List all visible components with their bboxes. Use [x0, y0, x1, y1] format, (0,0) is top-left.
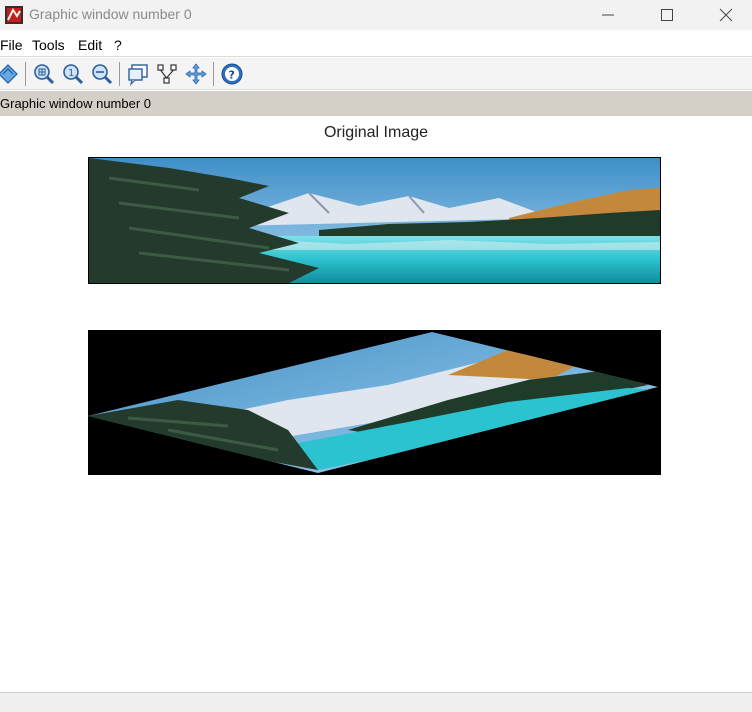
toolbar: 1 ? [0, 58, 752, 90]
zoom-icon [34, 64, 55, 85]
title-bar: Graphic window number 0 [0, 0, 752, 30]
status-bar [0, 692, 752, 712]
info-bar: Graphic window number 0 [0, 91, 752, 116]
minimize-button[interactable] [584, 0, 632, 30]
menu-tools[interactable]: Tools [32, 37, 65, 53]
svg-text:?: ? [229, 69, 235, 82]
pan-icon [185, 63, 207, 85]
rotate-icon [0, 64, 18, 84]
datatip-icon [128, 64, 148, 86]
menu-edit[interactable]: Edit [78, 37, 102, 53]
datatip-button[interactable] [126, 62, 150, 86]
menu-file[interactable]: File [0, 37, 23, 53]
info-bar-text: Graphic window number 0 [0, 96, 152, 111]
menu-help[interactable]: ? [114, 37, 122, 53]
help-button[interactable]: ? [220, 62, 244, 86]
rotate-button[interactable] [0, 62, 20, 86]
minimize-icon [602, 14, 614, 16]
figure-title: Original Image [323, 124, 429, 141]
toolbar-separator [119, 62, 120, 86]
maximize-button[interactable] [643, 0, 691, 30]
toolbar-separator [25, 62, 26, 86]
window-title: Graphic window number 0 [29, 6, 192, 22]
graphic-canvas[interactable]: Original Image [0, 116, 752, 692]
menu-bar: File Tools Edit ? [0, 33, 752, 57]
zoom-reset-icon: 1 [63, 64, 84, 85]
svg-text:1: 1 [68, 68, 74, 79]
graph-editor-button[interactable] [155, 62, 179, 86]
zoom-button[interactable] [32, 62, 56, 86]
sheared-image [88, 330, 661, 475]
maximize-icon [661, 9, 673, 21]
zoom-out-icon [92, 64, 113, 85]
pan-button[interactable] [184, 62, 208, 86]
lake-landscape-image [89, 158, 660, 283]
toolbar-separator [213, 62, 214, 86]
original-image [88, 157, 661, 284]
graph-editor-icon [157, 64, 177, 84]
zoom-reset-button[interactable]: 1 [61, 62, 85, 86]
scilab-graphic-icon [5, 6, 23, 24]
help-icon: ? [221, 63, 243, 85]
close-button[interactable] [702, 0, 750, 30]
close-icon [719, 8, 733, 22]
zoom-out-button[interactable] [90, 62, 114, 86]
lake-landscape-image [88, 332, 658, 473]
